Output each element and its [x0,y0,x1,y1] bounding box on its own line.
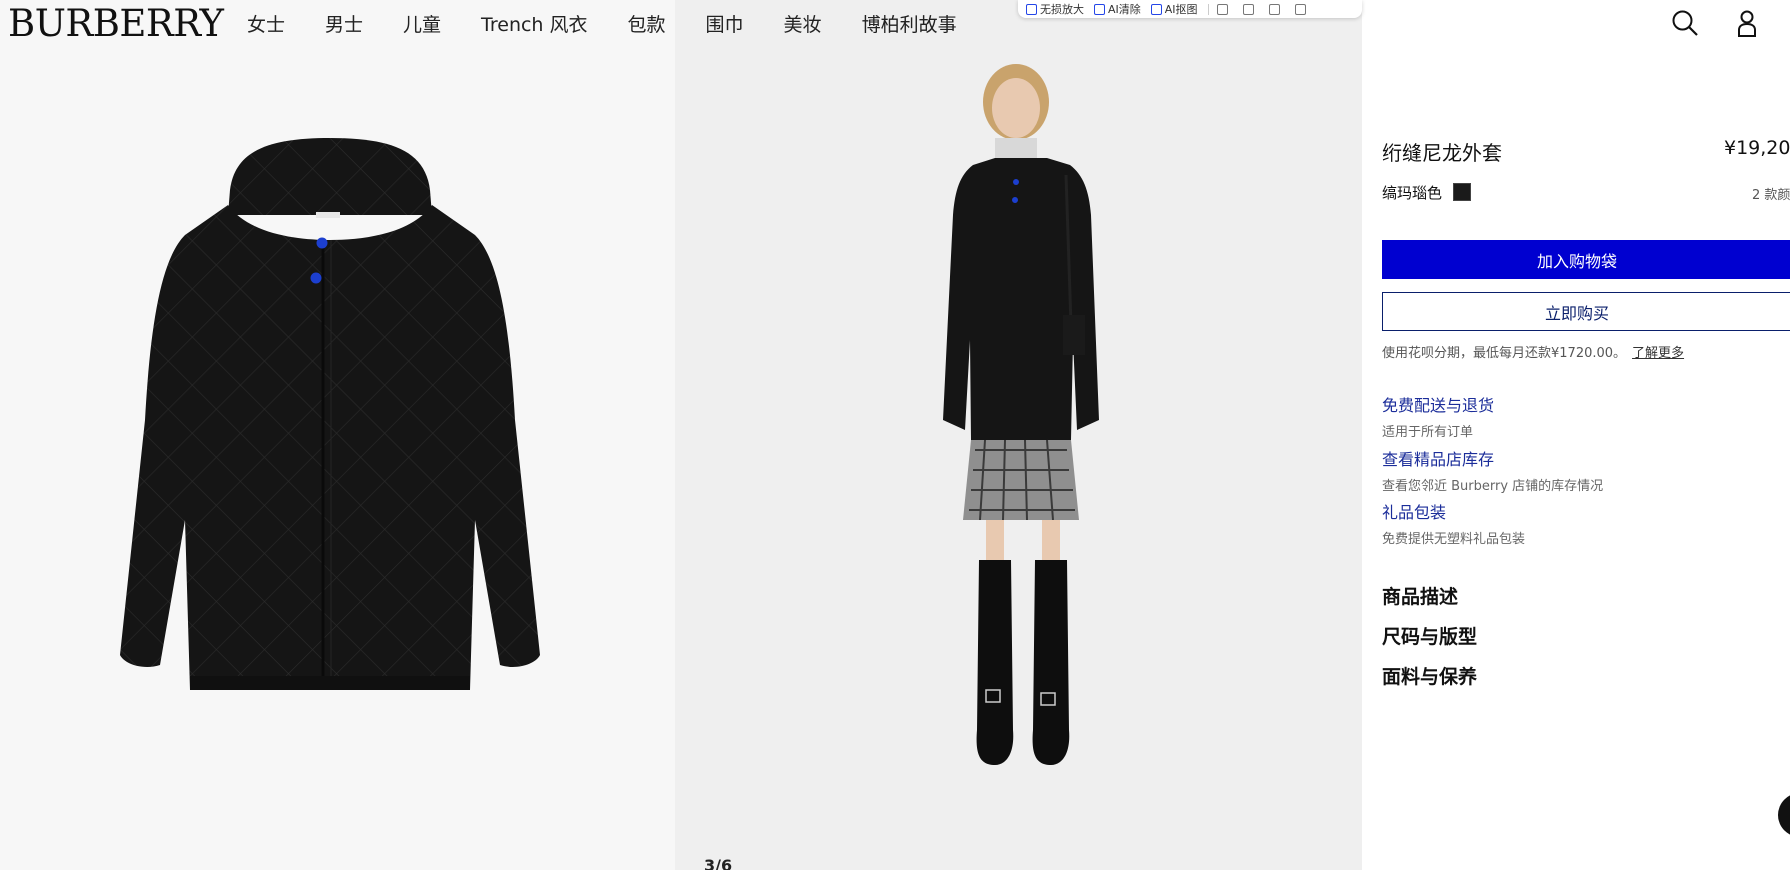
installment-info: 使用花呗分期，最低每月还款¥1720.00。 了解更多 [1382,342,1684,361]
header-actions [1590,8,1790,40]
learn-more-link[interactable]: 了解更多 [1632,346,1684,361]
gift-wrap-desc: 免费提供无塑料礼品包装 [1382,532,1526,547]
service-gift-wrap: 礼品包装 免费提供无塑料礼品包装 [1382,499,1525,547]
nav-item-bags[interactable]: 包款 [628,10,666,37]
service-store-stock: 查看精品店库存 查看您邻近 Burberry 店铺的库存情况 [1382,446,1603,494]
color-swatch[interactable] [1453,183,1471,201]
model-illustration [943,64,1099,765]
buy-now-button[interactable]: 立即购买 [1382,292,1790,331]
product-title: 绗缝尼龙外套 [1382,141,1502,165]
installment-text: 使用花呗分期，最低每月还款¥1720.00。 [1382,346,1627,361]
jacket-illustration [120,138,540,690]
product-image-model[interactable] [675,0,1362,870]
ext-cutout-label: AI抠图 [1164,3,1198,16]
upscale-icon [1026,3,1037,15]
crop-icon[interactable] [1242,3,1254,15]
save-icon[interactable] [1268,3,1280,15]
nav-item-children[interactable]: 儿童 [403,10,441,37]
ext-upscale-label: 无损放大 [1040,3,1084,16]
product-price: ¥19,200 [1724,137,1790,159]
nav-item-stories[interactable]: 博柏利故事 [862,10,957,37]
nav-item-scarves[interactable]: 围巾 [706,10,744,37]
nav-item-women[interactable]: 女士 [247,10,285,37]
brand-logo[interactable]: BURBERRY [8,2,224,45]
accordion-materials-care[interactable]: 面料与保养 [1382,662,1477,689]
buy-now-label: 立即购买 [1544,303,1609,323]
service-shipping: 免费配送与退货 适用于所有订单 [1382,392,1494,440]
image-icon[interactable] [1216,3,1228,15]
nav-item-beauty[interactable]: 美妆 [784,10,822,37]
add-to-bag-label: 加入购物袋 [1536,251,1617,271]
search-icon[interactable] [1670,8,1700,38]
product-info-panel: 绗缝尼龙外套 ¥19,200 缟玛瑙色 2 款颜 加入购物袋 立即购买 使用花呗… [1362,0,1790,870]
gift-wrap-link[interactable]: 礼品包装 [1382,499,1525,523]
ext-erase-label: AI清除 [1108,3,1141,16]
eraser-icon [1094,3,1105,15]
accordion-description[interactable]: 商品描述 [1382,582,1458,609]
product-image-flat[interactable] [0,0,675,870]
color-count[interactable]: 2 款颜 [1752,184,1790,203]
main-nav: 女士 男士 儿童 Trench 风衣 包款 围巾 美妆 博柏利故事 [247,10,997,37]
nav-item-trench[interactable]: Trench 风衣 [481,10,587,37]
cutout-icon [1150,3,1162,15]
color-label: 缟玛瑙色 [1382,184,1443,202]
shipping-link[interactable]: 免费配送与退货 [1382,392,1494,416]
accordion-size-fit[interactable]: 尺码与版型 [1382,622,1477,649]
account-icon[interactable] [1732,8,1762,38]
site-header: BURBERRY 女士 男士 儿童 Trench 风衣 包款 围巾 美妆 博柏利… [0,0,1790,45]
shipping-desc: 适用于所有订单 [1382,425,1474,440]
product-page: 3/6 BURBERRY 女士 男士 儿童 Trench 风衣 包款 围巾 美妆… [0,0,1790,870]
ext-erase-button[interactable]: AI清除 [1094,1,1141,17]
ext-upscale-button[interactable]: 无损放大 [1026,1,1084,17]
nav-item-men[interactable]: 男士 [325,10,363,37]
ext-cutout-button[interactable]: AI抠图 [1150,1,1198,17]
toolbar-divider [1207,3,1209,15]
store-stock-link[interactable]: 查看精品店库存 [1382,446,1603,470]
extension-toolbar: 无损放大 AI清除 AI抠图 [1018,0,1362,18]
store-stock-desc: 查看您邻近 Burberry 店铺的库存情况 [1382,479,1604,494]
gallery-counter: 3/6 [704,856,733,870]
add-to-bag-button[interactable]: 加入购物袋 [1382,240,1790,279]
settings-icon[interactable] [1294,3,1306,15]
